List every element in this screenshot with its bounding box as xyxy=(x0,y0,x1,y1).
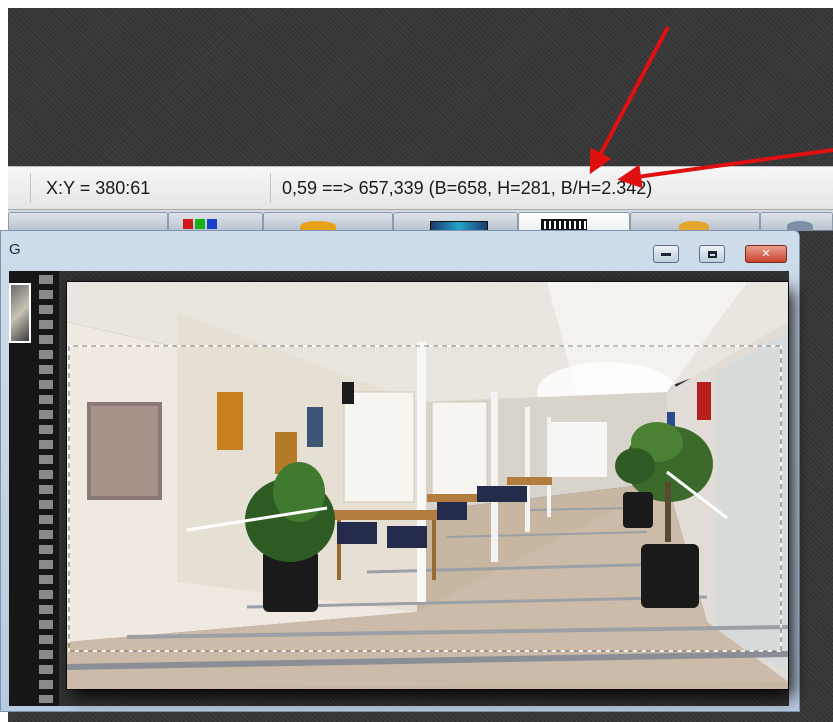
toolbar-tab-color[interactable] xyxy=(168,212,263,230)
film-perforations xyxy=(39,275,53,703)
maximize-button[interactable] xyxy=(699,245,725,263)
toolbar-tab-frame[interactable] xyxy=(630,212,760,231)
toolbar-tab[interactable] xyxy=(8,212,168,230)
image-window: G ✕ xyxy=(0,230,800,712)
hallway-photo[interactable] xyxy=(67,282,788,689)
toolbar-strip xyxy=(8,210,833,232)
minimize-button[interactable] xyxy=(653,245,679,263)
selection-info: 0,59 ==> 657,339 (B=658, H=281, B/H=2.34… xyxy=(282,178,653,198)
maximize-icon xyxy=(707,250,717,258)
toolbar-tab-more[interactable] xyxy=(760,212,833,231)
toolbar-tab-gradient[interactable] xyxy=(393,212,518,232)
status-bar: X:Y = 380:61 0,59 ==> 657,339 (B=658, H=… xyxy=(8,166,833,210)
minimize-icon xyxy=(661,252,671,256)
cursor-coordinates: X:Y = 380:61 xyxy=(46,178,151,198)
thumbnail[interactable] xyxy=(9,283,31,343)
status-separator xyxy=(30,173,31,203)
top-margin xyxy=(0,0,833,8)
image-canvas[interactable] xyxy=(9,271,789,706)
toolbar-tab-filmstrip[interactable] xyxy=(518,212,630,231)
status-separator xyxy=(270,173,271,203)
window-title: G xyxy=(9,241,21,258)
toolbar-tab-effect[interactable] xyxy=(263,212,393,231)
close-icon: ✕ xyxy=(761,247,771,260)
filmstrip-panel xyxy=(9,271,59,706)
close-button[interactable]: ✕ xyxy=(745,245,787,263)
rgb-icon xyxy=(183,219,217,229)
